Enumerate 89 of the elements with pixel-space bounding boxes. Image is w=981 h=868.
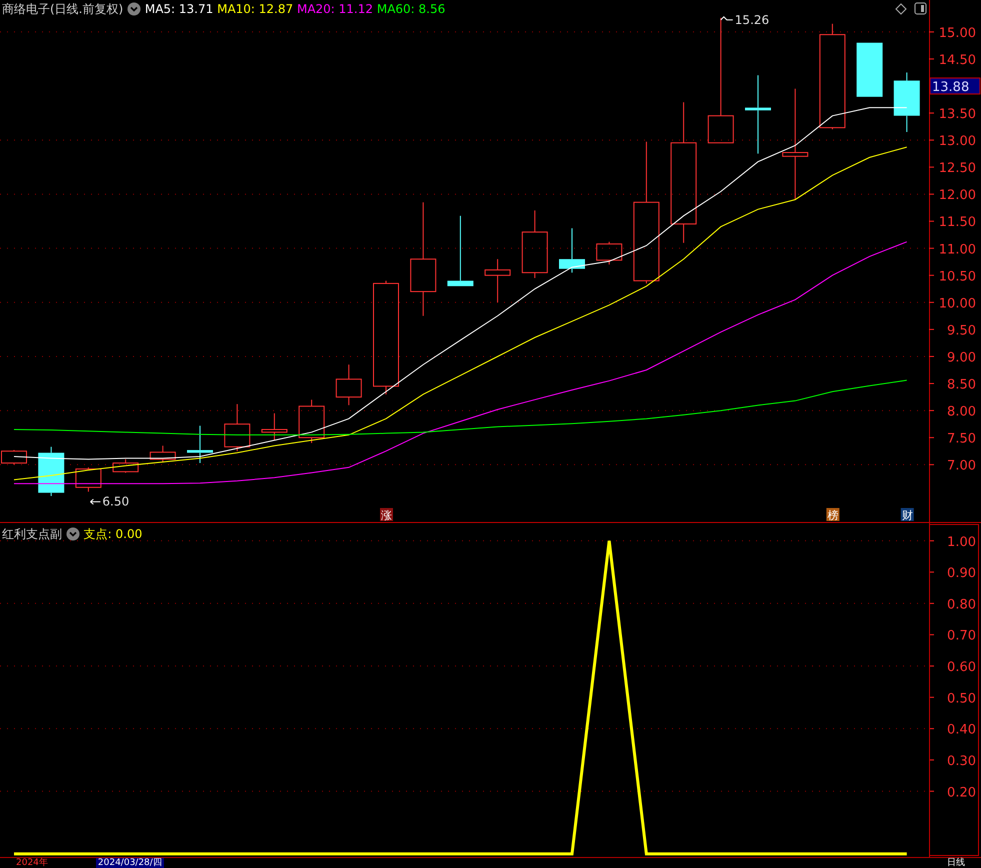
tick-mark	[928, 572, 934, 573]
axis-label: 12.50	[938, 161, 976, 176]
dropdown-icon[interactable]	[127, 2, 142, 16]
candlestick	[894, 72, 920, 132]
candlestick	[484, 258, 511, 303]
signal-badge[interactable]: 榜	[826, 508, 840, 522]
indicator-value: MA10: 12.87	[217, 2, 294, 16]
tick-mark	[928, 31, 934, 32]
tick-mark	[928, 328, 934, 330]
axis-label: 0.60	[947, 660, 976, 676]
period-label: 日线	[947, 858, 965, 868]
tick-mark	[928, 437, 934, 438]
candlestick	[75, 466, 102, 492]
axis-label: 9.50	[947, 323, 976, 338]
tick-mark	[928, 356, 934, 357]
candlestick	[224, 404, 250, 452]
candlestick	[112, 458, 139, 474]
tick-mark	[928, 166, 934, 168]
leader-line	[720, 16, 734, 20]
axis-label: 13.50	[938, 107, 976, 122]
chart-title: 红利支点副	[2, 527, 62, 541]
price-marker: 6.50	[102, 494, 130, 509]
tick-mark	[928, 220, 934, 222]
axis-label: 0.80	[947, 597, 976, 612]
tick-mark	[928, 194, 934, 195]
signal-badge[interactable]: 涨	[380, 508, 393, 522]
tick-mark	[928, 383, 934, 384]
tick-mark	[928, 274, 934, 276]
axis-label: 15.00	[938, 26, 976, 41]
panel-toggle-icon[interactable]	[914, 2, 926, 14]
indicator-value: MA60: 8.56	[376, 2, 446, 16]
candlestick	[522, 210, 548, 279]
candlestick	[187, 425, 213, 464]
tick-mark	[928, 759, 934, 760]
tick-mark	[928, 540, 934, 542]
tick-mark	[928, 58, 934, 60]
tick-mark	[928, 248, 934, 249]
dropdown-icon[interactable]	[66, 527, 80, 541]
axis-label: 0.20	[947, 785, 976, 800]
tick-mark	[928, 790, 934, 792]
candlestick	[1, 450, 27, 466]
chart-title: 商络电子(日线.前复权)	[2, 2, 124, 16]
tick-mark	[928, 112, 934, 114]
axis-label: 0.90	[947, 566, 976, 582]
indicator-value: 支点: 0.00	[84, 527, 142, 541]
leader-line	[90, 498, 101, 505]
tick-mark	[928, 634, 934, 636]
indicator-value: MA20: 11.12	[296, 2, 374, 16]
tick-mark	[928, 302, 934, 303]
candlestick	[856, 42, 883, 98]
axis-label: 13.00	[938, 134, 976, 150]
signal-badge[interactable]: 财	[900, 508, 914, 522]
candlestick	[559, 228, 585, 274]
axis-label: 0.30	[947, 754, 976, 769]
indicator-value: MA5: 13.71	[144, 2, 214, 16]
tick-mark	[928, 410, 934, 412]
axis-label: 1.00	[947, 534, 976, 550]
candlestick	[336, 364, 362, 406]
axis-label: 8.00	[947, 404, 976, 420]
axis-label: 9.00	[947, 350, 976, 366]
axis-label: 12.00	[938, 188, 976, 204]
axis-label: 7.00	[947, 458, 976, 474]
candlestick	[38, 446, 64, 497]
axis-label: 0.50	[947, 691, 976, 706]
diamond-icon[interactable]	[895, 3, 907, 15]
tick-mark	[928, 464, 934, 466]
tick-mark	[928, 728, 934, 730]
axis-label: 10.00	[938, 296, 976, 312]
tick-mark	[928, 602, 934, 604]
axis-label: 7.50	[947, 432, 976, 447]
current-price-label: 13.88	[930, 78, 980, 95]
tick-mark	[928, 666, 934, 667]
tick-mark	[928, 696, 934, 698]
axis-label: 0.40	[947, 722, 976, 738]
date-label: 2024年	[16, 858, 48, 868]
candlestick	[596, 241, 622, 266]
axis-label: 0.70	[947, 628, 976, 644]
axis-label: 11.50	[938, 215, 976, 230]
candlestick	[298, 399, 325, 444]
price-marker: 15.26	[734, 12, 770, 27]
axis-label: 10.50	[938, 269, 976, 284]
axis-label: 8.50	[947, 378, 976, 393]
candlestick	[150, 445, 176, 462]
candlestick	[261, 412, 288, 441]
tick-mark	[928, 140, 934, 141]
axis-label: 11.00	[938, 242, 976, 258]
axis-label: 14.50	[938, 52, 976, 68]
cursor-date: 2024/03/28/四	[96, 858, 164, 868]
candlestick	[447, 215, 474, 287]
